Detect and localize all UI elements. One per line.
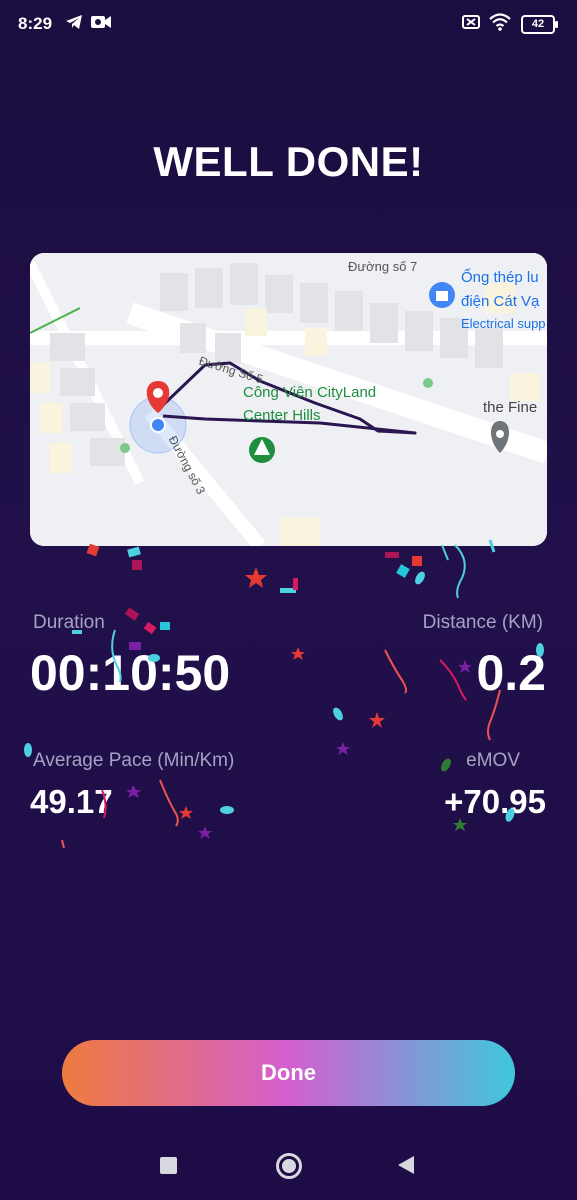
back-icon[interactable] [398,1156,414,1174]
park-label-2: Center Hills [243,407,321,424]
shop-label-2: điện Cát Vạ [461,293,540,310]
telegram-icon [66,15,82,29]
wifi-icon [489,13,511,31]
poi-label-fine: the Fine [483,399,538,416]
distance-value: 0.2 [476,645,546,701]
sim-off-icon [462,15,480,29]
park-label-1: Công Viên CityLand [243,384,377,401]
home-icon[interactable] [276,1153,302,1179]
street-label-7: Đường số 7 [348,259,418,274]
video-camera-icon [91,16,111,28]
duration-label: Duration [33,612,105,633]
emov-label: eMOV [466,750,520,771]
pace-label: Average Pace (Min/Km) [33,750,235,771]
status-time: 8:29 [18,14,53,33]
shop-label-1: Ống thép lu [461,269,539,286]
battery-icon: 42 [521,15,558,34]
duration-value: 00:10:50 [30,645,231,701]
recent-apps-icon[interactable] [160,1157,177,1174]
status-bar: 8:29 42 [0,0,577,50]
system-nav-bar [0,1140,577,1200]
pace-value: 49.17 [30,783,113,820]
emov-value: +70.95 [444,783,546,820]
shop-label-3: Electrical supp [461,316,546,331]
done-button[interactable]: Done [62,1040,515,1106]
route-map[interactable]: Đường số 7 Ống thép lu điện Cát Vạ Elect… [30,253,547,546]
distance-label: Distance (KM) [422,612,543,633]
page-title: WELL DONE! [153,138,424,185]
